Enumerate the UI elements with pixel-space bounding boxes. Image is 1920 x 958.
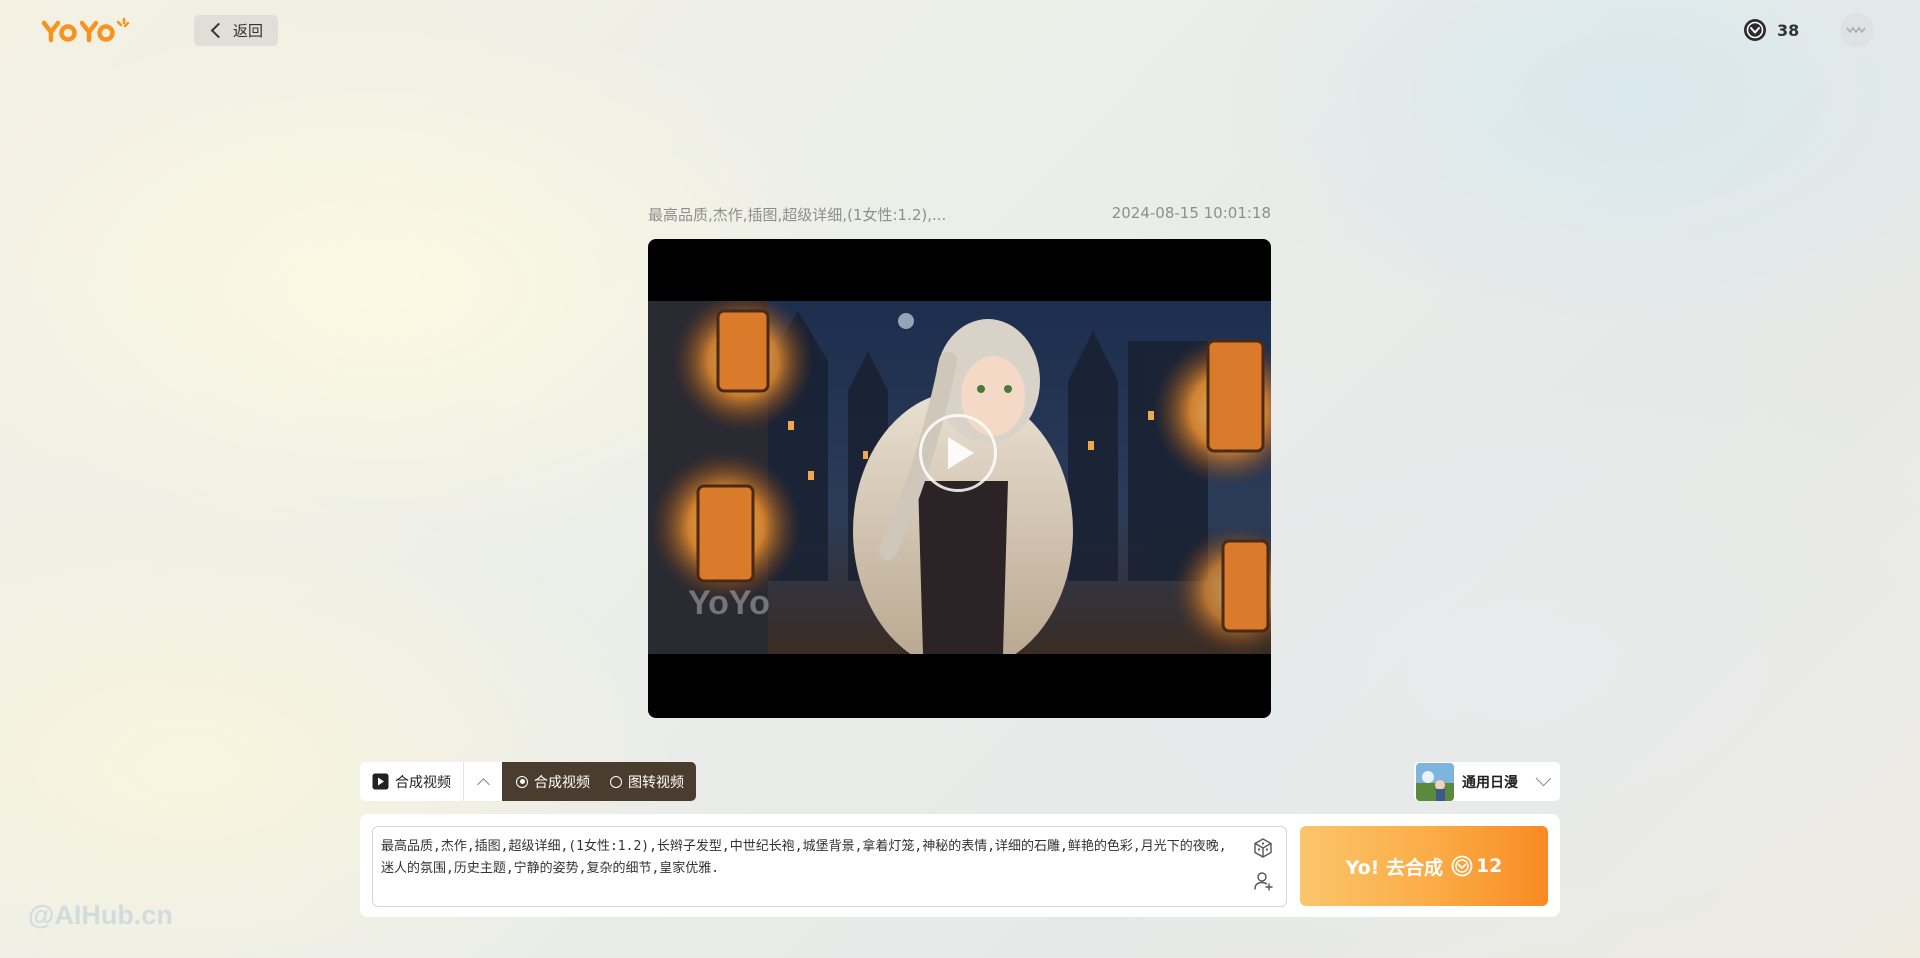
mode-current[interactable]: 合成视频 (360, 762, 463, 801)
play-icon (948, 437, 974, 469)
prompt-panel: 最高品质,杰作,插图,超级详细,(1女性:1.2),长辫子发型,中世纪长袍,城堡… (360, 814, 1560, 917)
chevron-left-icon (210, 22, 227, 39)
radio-unchecked-icon (610, 775, 622, 788)
mode-selector: 合成视频 合成视频 图转视频 (360, 762, 696, 801)
generate-button[interactable]: Yo! 去合成 12 (1300, 826, 1548, 906)
back-button[interactable]: 返回 (194, 15, 278, 46)
prompt-input[interactable]: 最高品质,杰作,插图,超级详细,(1女性:1.2),长辫子发型,中世纪长袍,城堡… (372, 826, 1287, 907)
style-label: 通用日漫 (1462, 774, 1518, 791)
video-icon (372, 773, 389, 790)
chevron-down-icon (1535, 770, 1552, 787)
credits-balance[interactable]: 38 (1743, 18, 1799, 42)
radio-checked-icon (516, 775, 528, 788)
generate-cost: 12 (1451, 855, 1502, 877)
video-player[interactable]: YoYo (648, 239, 1271, 718)
mode-option-compose[interactable]: 合成视频 (516, 772, 590, 792)
mode-option-image-to-video[interactable]: 图转视频 (610, 772, 684, 792)
coin-icon (1744, 19, 1766, 41)
mode-current-label: 合成视频 (395, 774, 451, 791)
style-thumbnail (1416, 762, 1454, 801)
video-meta: 最高品质,杰作,插图,超级详细,(1女性:1.2),... 2024-08-15… (648, 204, 1271, 225)
video-timestamp: 2024-08-15 10:01:18 (1111, 204, 1271, 222)
avatar[interactable] (1840, 13, 1874, 47)
video-watermark: YoYo (688, 584, 770, 622)
chevron-up-icon (476, 777, 490, 791)
add-character-icon[interactable] (1252, 870, 1274, 892)
credits-count: 38 (1777, 20, 1800, 40)
generate-cost-value: 12 (1475, 855, 1503, 877)
yoyo-logo[interactable] (40, 14, 138, 46)
mode-option-label: 合成视频 (534, 774, 590, 791)
mode-options: 合成视频 图转视频 (502, 762, 696, 801)
page-watermark: @AIHub.cn (28, 900, 173, 930)
generate-label: Yo! 去合成 (1345, 856, 1443, 879)
prompt-text[interactable]: 最高品质,杰作,插图,超级详细,(1女性:1.2),长辫子发型,中世纪长袍,城堡… (381, 836, 1231, 880)
video-title: 最高品质,杰作,插图,超级详细,(1女性:1.2),... (648, 206, 947, 224)
back-button-label: 返回 (232, 22, 263, 40)
dice-icon[interactable] (1252, 837, 1274, 859)
mode-option-label: 图转视频 (628, 774, 684, 791)
play-button[interactable] (919, 414, 997, 492)
style-dropdown[interactable]: 通用日漫 (1414, 762, 1560, 801)
mode-collapse-toggle[interactable] (463, 762, 502, 801)
avatar-glyph-icon (1846, 26, 1866, 34)
coin-icon (1451, 855, 1473, 877)
